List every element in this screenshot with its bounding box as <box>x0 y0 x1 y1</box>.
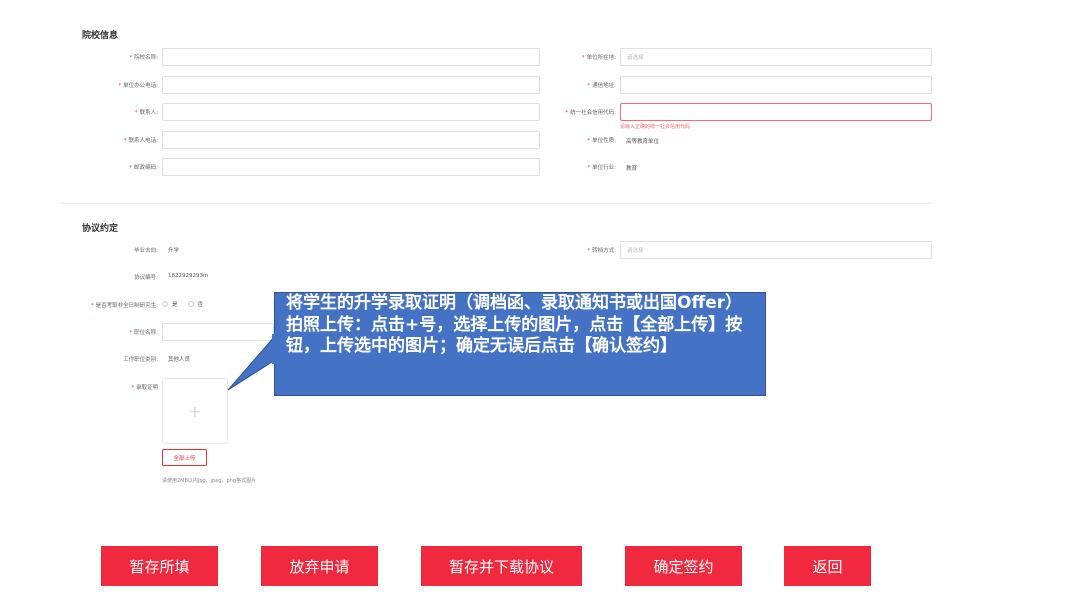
instruction-callout: 将学生的升学录取证明（调档函、录取通知书或出国Offer）拍照上传：点击+号，选… <box>274 292 766 396</box>
postal-code-input[interactable] <box>162 158 540 176</box>
radio-no-circle[interactable] <box>187 301 194 307</box>
abandon-button[interactable]: 放弃申请 <box>261 546 378 586</box>
radio-no[interactable]: 否 <box>187 300 203 308</box>
address-label: * 通信地址: <box>587 83 616 89</box>
save-draft-button[interactable]: 暂存所填 <box>101 546 218 586</box>
unit-location-placeholder: 请选择 <box>627 55 644 61</box>
unit-nature-value: 高等教育单位 <box>626 139 660 145</box>
credit-code-error: 请输入正确的统一社会信用代码 <box>620 124 691 130</box>
office-phone-label: * 单位办公电话: <box>118 83 158 89</box>
position-category-value: 其他人员 <box>168 357 191 363</box>
postal-code-label: * 邮政编码: <box>129 165 158 171</box>
callout-tail-joint <box>272 334 278 364</box>
transfer-method-label: * 转档方式: <box>587 248 616 254</box>
section-divider <box>60 203 932 204</box>
unit-location-label: * 单位所在地: <box>581 55 616 61</box>
transfer-method-select[interactable]: 请选择 <box>620 241 932 259</box>
credit-code-label: * 统一社会信用代码: <box>565 110 616 116</box>
contact-input[interactable] <box>162 103 540 121</box>
section-title-agreement: 协议约定 <box>82 224 119 234</box>
radio-yes-circle[interactable] <box>162 301 168 307</box>
credit-code-input[interactable] <box>620 103 932 121</box>
contact-phone-label: * 联系人电话: <box>123 138 158 144</box>
save-download-button[interactable]: 暂存并下载协议 <box>421 546 582 586</box>
contact-label: * 联系人: <box>134 110 158 116</box>
contact-phone-input[interactable] <box>162 131 540 149</box>
upload-all-button[interactable]: 全部上传 <box>162 449 207 466</box>
school-name-input[interactable] <box>162 48 540 66</box>
unit-industry-label: * 单位行业: <box>587 165 616 171</box>
position-category-label: 工作职位类别: <box>123 357 158 363</box>
address-input[interactable] <box>620 76 932 94</box>
graduation-destination-value: 升学 <box>168 248 180 254</box>
graduation-destination-label: 毕业去向: <box>134 248 158 254</box>
unit-location-select[interactable]: 请选择 <box>620 48 932 66</box>
position-name-label: * 职位名称: <box>129 330 158 336</box>
fulltime-grad-radio-group: 是 否 <box>162 300 213 308</box>
office-phone-input[interactable] <box>162 76 540 94</box>
plus-icon: + <box>188 401 202 421</box>
admission-proof-label: * 录取证明 <box>131 385 158 391</box>
confirm-sign-button[interactable]: 确定签约 <box>625 546 742 586</box>
fulltime-grad-label: * 是否考取非全日制研究生: <box>90 303 158 309</box>
agreement-no-label: 协议编号: <box>134 275 158 281</box>
radio-yes[interactable]: 是 <box>162 300 178 308</box>
callout-text: 将学生的升学录取证明（调档函、录取通知书或出国Offer）拍照上传：点击+号，选… <box>286 293 743 356</box>
position-name-input[interactable] <box>162 323 274 341</box>
upload-box[interactable]: + <box>162 378 228 444</box>
section-title-school-info: 院校信息 <box>82 31 119 41</box>
school-name-label: * 院校名称: <box>129 55 158 61</box>
upload-hint: 请使用2MB以内jpg、jpeg、png格式图片 <box>162 478 256 484</box>
back-button[interactable]: 返回 <box>784 546 871 586</box>
transfer-method-placeholder: 请选择 <box>627 248 644 254</box>
unit-nature-label: * 单位性质: <box>587 138 616 144</box>
unit-industry-value: 教育 <box>626 166 638 172</box>
agreement-no-value: 1822929293m <box>168 273 209 279</box>
